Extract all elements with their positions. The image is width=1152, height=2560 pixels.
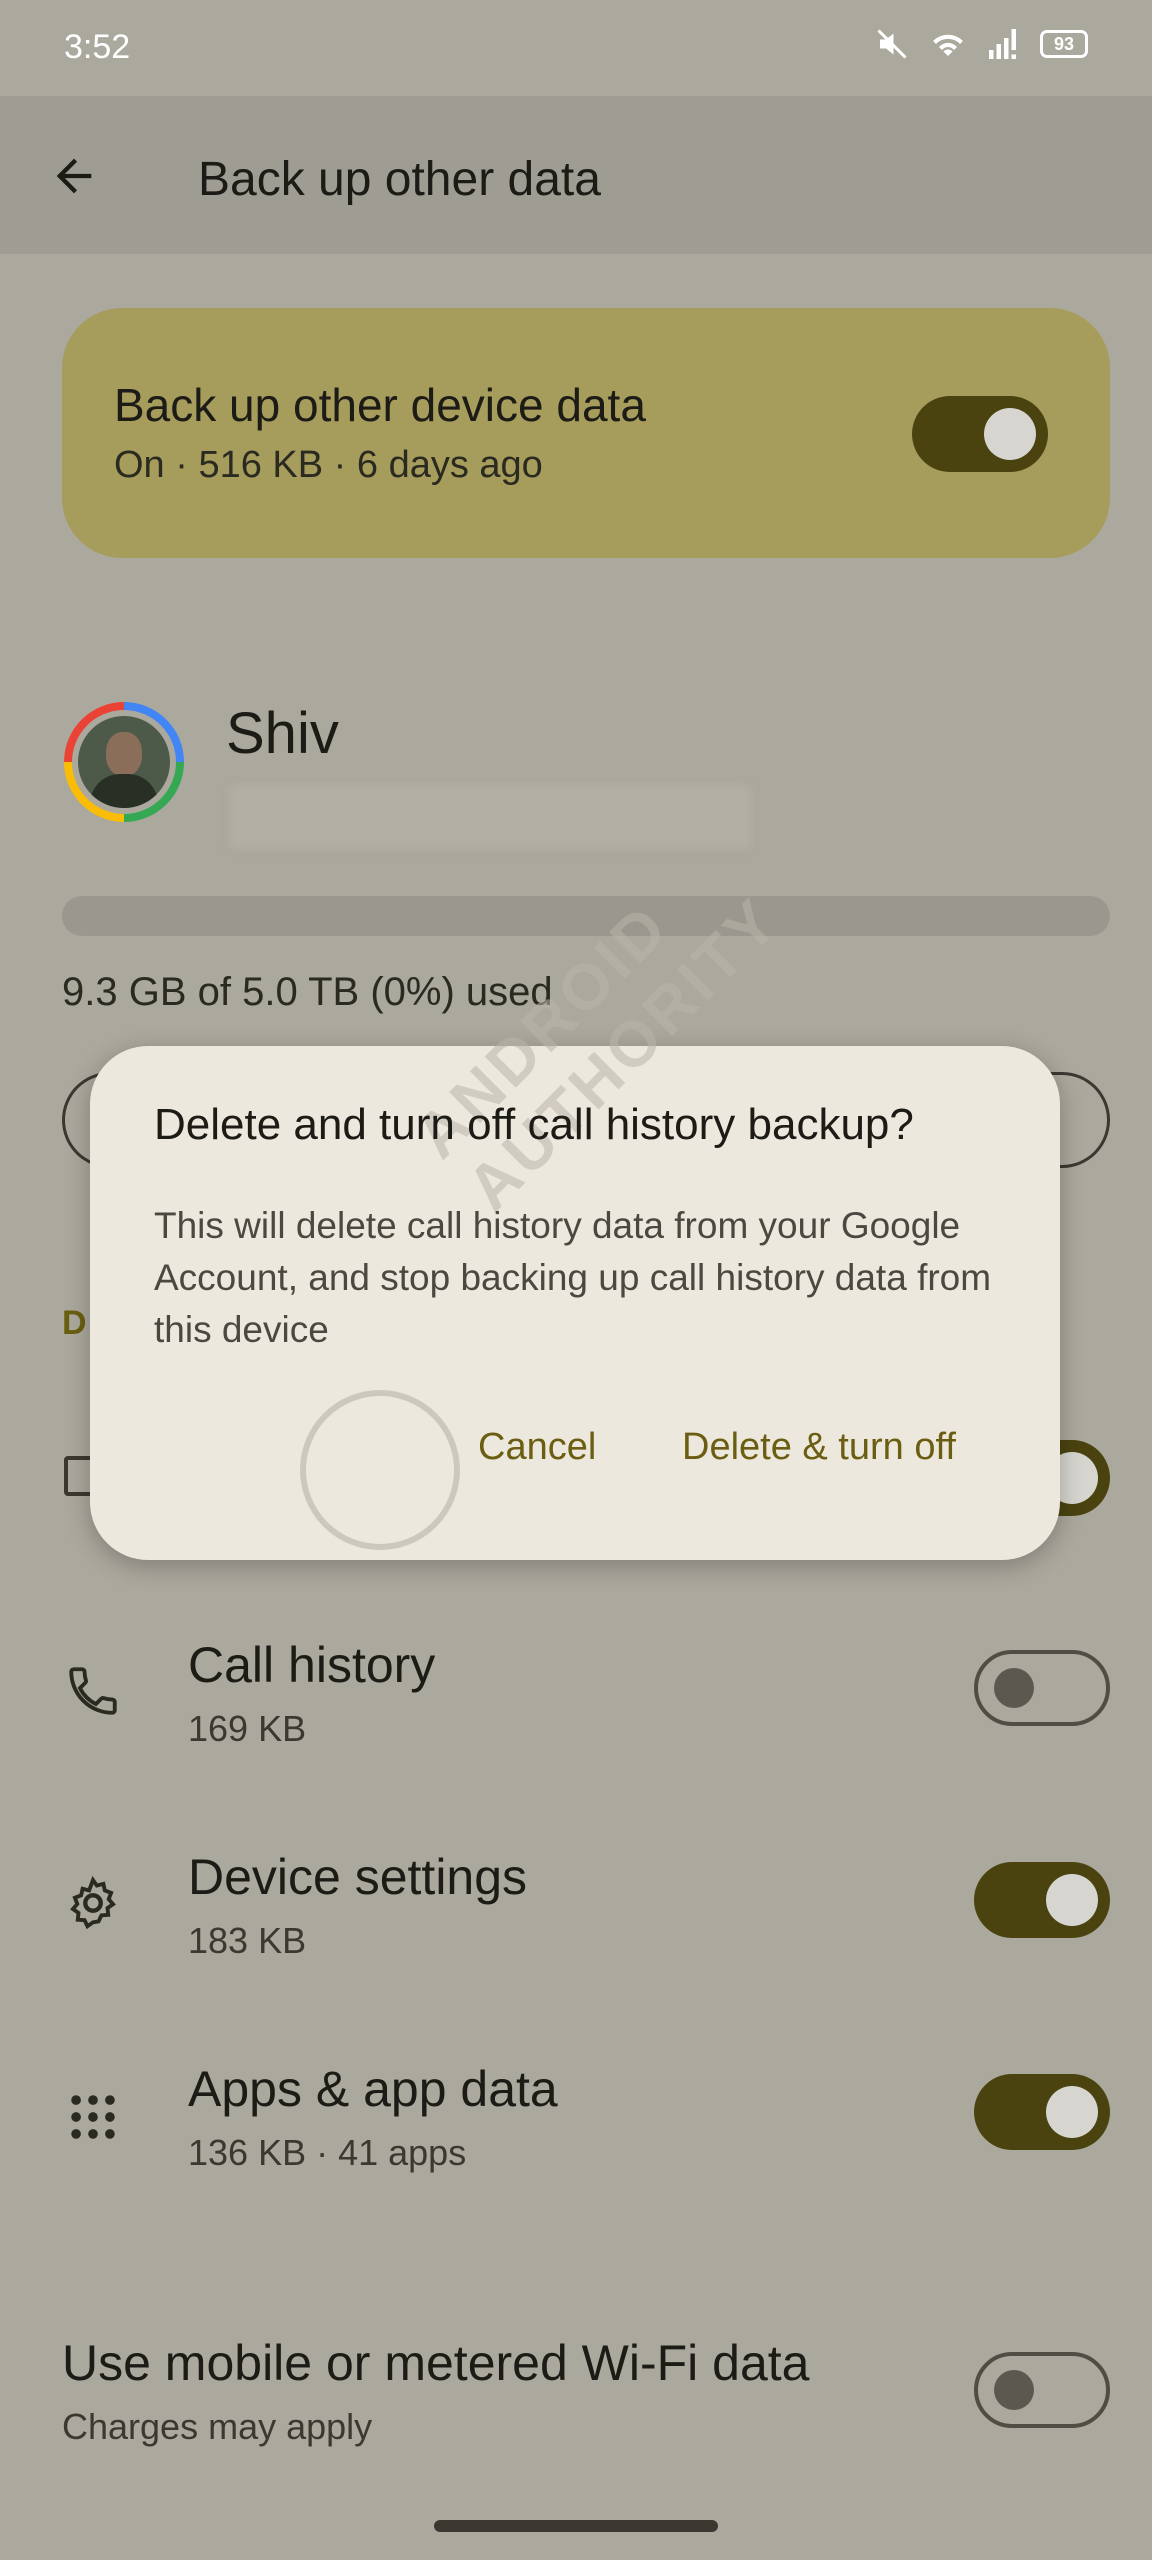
back-arrow-icon[interactable] [48, 150, 100, 202]
apps-data-toggle-switch[interactable] [974, 2074, 1110, 2150]
account-email-redacted [230, 786, 750, 848]
avatar-photo [78, 716, 170, 808]
storage-usage-bar [62, 896, 1110, 936]
status-time: 3:52 [64, 28, 131, 66]
device-settings-title[interactable]: Device settings [188, 1848, 527, 1906]
storage-usage-text: 9.3 GB of 5.0 TB (0%) used [62, 970, 553, 1014]
backup-card-subtitle: On · 516 KB · 6 days ago [114, 444, 543, 486]
gear-icon [70, 1875, 116, 1930]
home-indicator[interactable] [434, 2520, 718, 2532]
phone-icon [69, 1667, 117, 1715]
battery-level: 93 [1053, 33, 1075, 54]
avatar [64, 702, 184, 822]
mobile-data-toggle-switch[interactable] [974, 2352, 1110, 2428]
mute-icon [877, 29, 907, 59]
section-header-fragment: D [62, 1304, 87, 1342]
dialog-body: This will delete call history data from … [154, 1205, 992, 1350]
dialog-cancel-button[interactable]: Cancel [478, 1426, 596, 1469]
apps-data-title[interactable]: Apps & app data [188, 2060, 558, 2118]
switch-knob [1046, 2086, 1098, 2138]
apps-grid-icon [71, 2095, 115, 2139]
mobile-data-title[interactable]: Use mobile or metered Wi-Fi data [62, 2334, 809, 2392]
backup-card-title: Back up other device data [114, 379, 646, 431]
backup-toggle-switch[interactable] [912, 396, 1048, 472]
device-settings-size: 183 KB [188, 1920, 307, 1961]
battery-icon: 93 [1040, 30, 1088, 58]
status-icons: 93 [874, 26, 1088, 62]
call-history-size: 169 KB [188, 1708, 307, 1749]
apps-data-size: 136 KB · 41 apps [188, 2132, 467, 2173]
wifi-icon [933, 34, 963, 56]
dialog-delete-turn-off-button[interactable]: Delete & turn off [682, 1426, 956, 1469]
switch-knob [984, 408, 1036, 460]
page-title: Back up other data [198, 153, 601, 206]
switch-knob [994, 2370, 1034, 2410]
device-settings-toggle-switch[interactable] [974, 1862, 1110, 1938]
dialog-title: Delete and turn off call history backup? [154, 1100, 914, 1149]
signal-icon [989, 29, 1016, 59]
mobile-data-subtitle: Charges may apply [62, 2406, 373, 2447]
call-history-title[interactable]: Call history [188, 1636, 435, 1694]
switch-knob [994, 1668, 1034, 1708]
account-name: Shiv [226, 701, 339, 766]
switch-knob [1046, 1874, 1098, 1926]
watermark-logo [300, 1390, 460, 1550]
call-history-toggle-switch[interactable] [974, 1650, 1110, 1726]
